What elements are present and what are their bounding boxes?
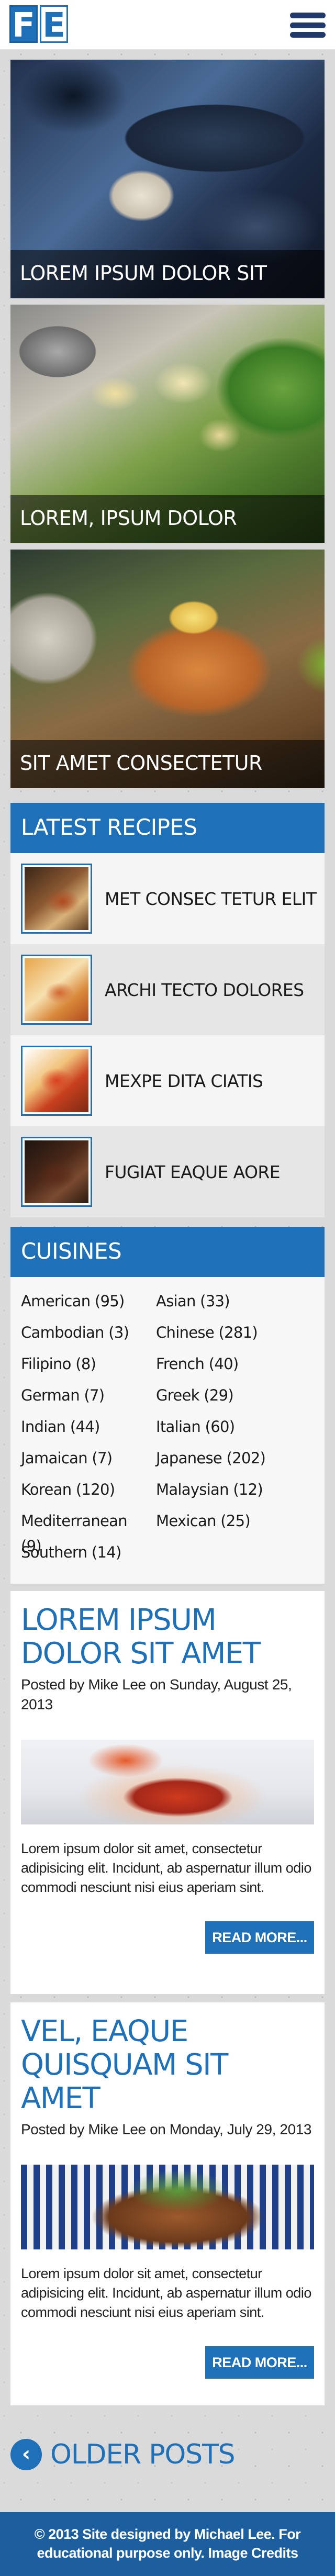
recipe-item[interactable]: FUGIAT EAQUE AORE [10, 1126, 325, 1217]
cuisine-link[interactable]: Chinese (281) [156, 1320, 313, 1351]
post-meta-mid: on [146, 2121, 170, 2137]
recipe-thumbnail-image [25, 1049, 88, 1112]
logo-letter-f: F [9, 5, 38, 44]
cuisine-link[interactable]: Mexican (25) [156, 1508, 313, 1540]
recipe-item[interactable]: ARCHI TECTO DOLORES [10, 944, 325, 1035]
footer-text-prefix: © 2013 Site designed by [34, 2526, 194, 2542]
hero-caption: LOREM, IPSUM DOLOR [10, 495, 325, 543]
read-more-button[interactable]: READ MORE... [205, 2346, 314, 2379]
recipe-label: MET CONSEC TETUR ELIT [105, 888, 317, 909]
recipe-item[interactable]: MET CONSEC TETUR ELIT [10, 853, 325, 944]
post-author-link[interactable]: Mike Lee [88, 1676, 146, 1693]
chevron-left-icon: ‹ [10, 2439, 42, 2470]
site-footer: © 2013 Site designed by Michael Lee. For… [0, 2512, 335, 2576]
cuisines-list: American (95) Asian (33) Cambodian (3) Chin… [10, 1277, 325, 1584]
post-meta-prefix: Posted by [21, 1676, 88, 1693]
cuisine-link[interactable]: Asian (33) [156, 1289, 313, 1320]
post-title[interactable]: VEL, EAQUE QUISQUAM SIT AMET [21, 2015, 314, 2115]
cuisine-link[interactable]: Jamaican (7) [21, 1446, 147, 1477]
site-logo[interactable]: F E [9, 5, 68, 44]
post-date: Monday, July 29, 2013 [169, 2121, 312, 2137]
cuisine-link[interactable]: Greek (29) [156, 1383, 313, 1414]
post-meta: Posted by Mike Lee on Monday, July 29, 2… [21, 2120, 314, 2140]
post-title[interactable]: LOREM IPSUM DOLOR SIT AMET [21, 1604, 314, 1671]
cuisines-heading: CUISINES [10, 1227, 325, 1277]
recipe-thumbnail [21, 864, 92, 934]
blog-post: VEL, EAQUE QUISQUAM SIT AMET Posted by M… [10, 2002, 325, 2405]
recipe-thumbnail-image [25, 958, 88, 1021]
post-meta-prefix: Posted by [21, 2121, 88, 2137]
cuisine-link[interactable]: Malaysian (12) [156, 1477, 313, 1508]
post-excerpt: Lorem ipsum dolor sit amet, consectetur … [21, 2266, 311, 2320]
cuisine-link[interactable]: Korean (120) [21, 1477, 147, 1508]
cuisine-link[interactable]: Japanese (202) [156, 1446, 313, 1477]
post-image-noodles[interactable] [21, 2165, 314, 2249]
menu-bar [290, 22, 326, 28]
cuisine-link[interactable]: Cambodian (3) [21, 1320, 147, 1351]
hero-slide-3[interactable]: SIT AMET CONSECTETUR [10, 550, 325, 788]
recipe-thumbnail-image [25, 1140, 88, 1203]
image-credits-link[interactable]: Image Credits [208, 2545, 298, 2561]
cuisine-link[interactable]: American (95) [21, 1289, 147, 1320]
cuisine-link[interactable]: Filipino (8) [21, 1351, 147, 1383]
cuisine-link[interactable]: Indian (44) [21, 1414, 147, 1446]
latest-recipes-heading: LATEST RECIPES [10, 803, 325, 853]
post-author-link[interactable]: Mike Lee [88, 2121, 146, 2137]
recipe-thumbnail [21, 955, 92, 1025]
hero-caption: LOREM IPSUM DOLOR SIT [10, 250, 325, 298]
post-excerpt: Lorem ipsum dolor sit amet, consectetur … [21, 1841, 311, 1895]
menu-bar [290, 13, 326, 18]
hero-caption: SIT AMET CONSECTETUR [10, 740, 325, 788]
read-more-button[interactable]: READ MORE... [205, 1921, 314, 1954]
designer-link[interactable]: Michael Lee [194, 2526, 272, 2542]
recipe-item[interactable]: MEXPE DITA CIATIS [10, 1035, 325, 1126]
older-posts-link[interactable]: ‹ OLDER POSTS [10, 2434, 236, 2476]
menu-bar [290, 32, 326, 38]
recipe-label: MEXPE DITA CIATIS [105, 1070, 263, 1091]
recipe-thumbnail [21, 1046, 92, 1116]
site-header: F E [0, 0, 335, 50]
recipe-thumbnail-image [25, 867, 88, 930]
cuisine-link[interactable]: French (40) [156, 1351, 313, 1383]
cuisine-link[interactable]: German (7) [21, 1383, 147, 1414]
recipe-label: FUGIAT EAQUE AORE [105, 1161, 281, 1182]
hero-slide-2[interactable]: LOREM, IPSUM DOLOR [10, 305, 325, 543]
post-image-pasta[interactable] [21, 1740, 314, 1824]
post-meta: Posted by Mike Lee on Sunday, August 25,… [21, 1675, 314, 1715]
post-meta-mid: on [146, 1676, 170, 1693]
hamburger-menu-icon[interactable] [290, 10, 326, 40]
recipe-label: ARCHI TECTO DOLORES [105, 979, 304, 1000]
cuisine-link[interactable]: Italian (60) [156, 1414, 313, 1446]
cuisine-link[interactable]: Mediterranean (9) [21, 1508, 147, 1555]
older-posts-label: OLDER POSTS [50, 2439, 236, 2470]
recipe-thumbnail [21, 1137, 92, 1207]
cuisine-grid: American (95) Asian (33) Cambodian (3) Chin… [21, 1289, 314, 1571]
blog-post: LOREM IPSUM DOLOR SIT AMET Posted by Mik… [10, 1591, 325, 1994]
hero-slide-1[interactable]: LOREM IPSUM DOLOR SIT [10, 60, 325, 298]
logo-letter-e: E [40, 5, 68, 44]
cuisine-link[interactable]: Southern (14) [21, 1540, 147, 1571]
